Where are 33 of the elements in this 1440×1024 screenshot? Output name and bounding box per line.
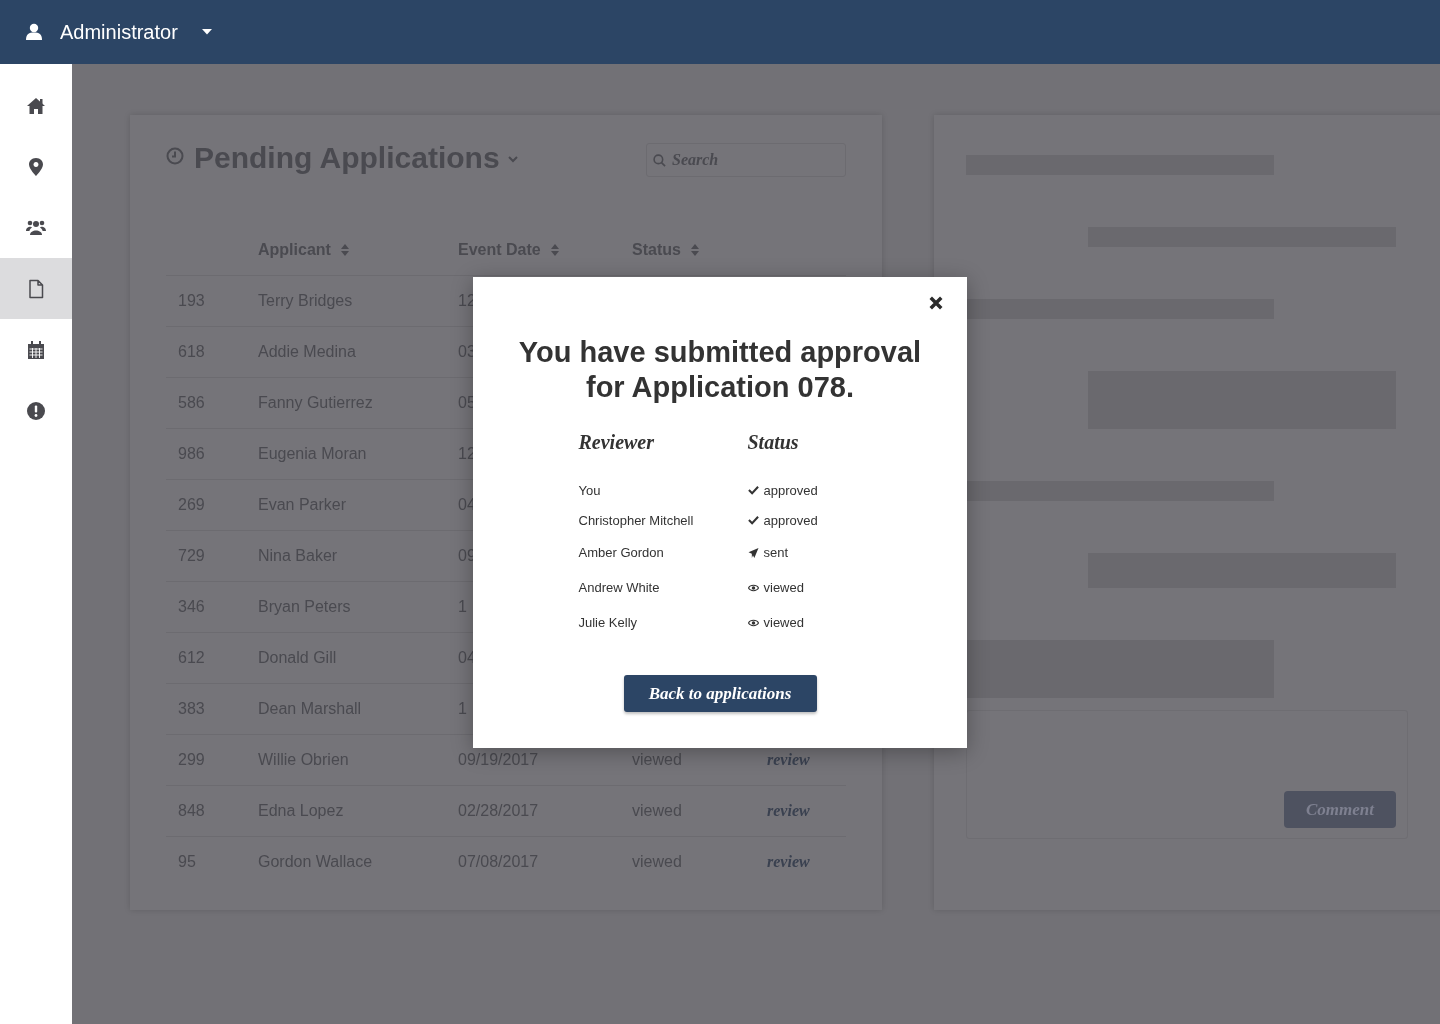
eye-icon bbox=[747, 617, 759, 628]
review-link[interactable]: review bbox=[767, 802, 810, 820]
reviewer-name: Andrew White bbox=[578, 580, 660, 595]
user-icon bbox=[26, 23, 42, 41]
eye-icon bbox=[747, 582, 759, 593]
dialog-title: You have submitted approval for Application 078. bbox=[517, 335, 923, 405]
location-pin-icon bbox=[26, 156, 46, 177]
alert-icon bbox=[26, 400, 46, 421]
calendar-icon bbox=[26, 339, 46, 360]
check-icon bbox=[747, 515, 759, 525]
home-icon bbox=[26, 95, 46, 116]
check-icon bbox=[747, 485, 759, 495]
clock-icon bbox=[166, 147, 184, 165]
review-link[interactable]: review bbox=[767, 751, 810, 769]
reviewer-name: Christopher Mitchell bbox=[578, 512, 694, 528]
back-button[interactable]: Back to applications bbox=[623, 675, 817, 712]
caret-icon[interactable] bbox=[201, 29, 212, 35]
status-text: approved bbox=[763, 512, 818, 528]
review-link[interactable]: review bbox=[767, 853, 810, 871]
status-text: sent bbox=[763, 545, 789, 560]
status-text: viewed bbox=[763, 580, 804, 595]
reviewer-name: You bbox=[578, 482, 601, 498]
status-text: viewed bbox=[763, 615, 804, 630]
status-text: approved bbox=[763, 482, 818, 498]
reviewer-name: Julie Kelly bbox=[578, 615, 638, 630]
user-name[interactable]: Administrator bbox=[60, 20, 178, 44]
column-header: Status bbox=[747, 431, 800, 455]
reviewer-name: Amber Gordon bbox=[578, 545, 664, 560]
search-icon bbox=[653, 154, 666, 167]
close-icon[interactable] bbox=[929, 296, 943, 310]
document-icon bbox=[26, 278, 46, 299]
column-header: Reviewer bbox=[578, 431, 656, 455]
paper-plane-icon bbox=[747, 547, 759, 558]
